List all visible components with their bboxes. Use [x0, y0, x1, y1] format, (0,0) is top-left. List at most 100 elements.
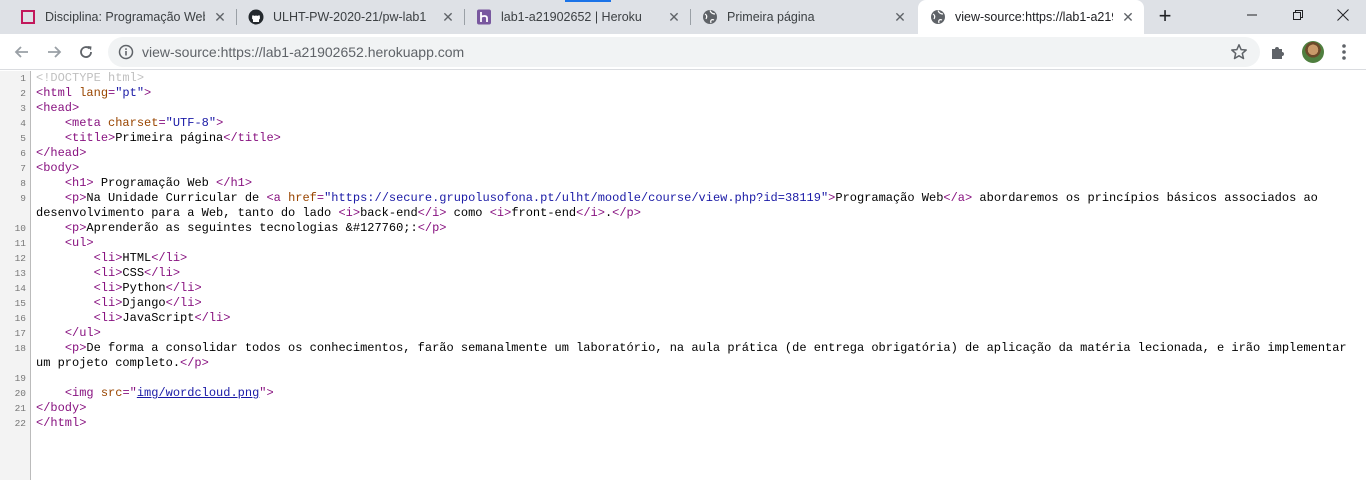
line-number: 1 [20, 73, 26, 84]
source-token: <i> [338, 206, 361, 220]
line-code: <li>HTML</li> [36, 251, 1362, 266]
url-text[interactable]: view-source:https://lab1-a21902652.herok… [142, 44, 464, 60]
source-token: <!DOCTYPE html> [36, 71, 145, 85]
kebab-menu-icon[interactable] [1336, 43, 1352, 61]
source-line: 3 <head> [0, 101, 1366, 116]
source-line: 20 <img src="img/wordcloud.png"> [0, 386, 1366, 401]
source-token: "UTF-8" [165, 116, 217, 130]
line-number: 2 [20, 88, 26, 99]
source-line: 2 <html lang="pt"> [0, 86, 1366, 101]
line-number: 20 [14, 388, 26, 399]
source-token: charset [108, 116, 159, 130]
source-token: <li> [93, 251, 123, 265]
reload-button[interactable] [72, 38, 100, 66]
close-window-button[interactable] [1320, 0, 1366, 30]
source-token: </li> [144, 266, 181, 280]
line-number: 22 [14, 418, 26, 429]
profile-avatar[interactable] [1302, 41, 1324, 63]
line-number: 8 [20, 178, 26, 189]
line-number: 11 [14, 238, 26, 249]
source-token [36, 296, 94, 310]
address-bar[interactable]: view-source:https://lab1-a21902652.herok… [108, 37, 1260, 67]
source-token [36, 116, 65, 130]
source-token: <meta [64, 116, 109, 130]
close-icon[interactable]: ✕ [440, 9, 456, 25]
source-token [36, 311, 94, 325]
tab-primeira-pagina[interactable]: Primeira página ✕ [690, 0, 916, 34]
line-code: <img src="img/wordcloud.png"> [36, 386, 1362, 401]
source-token: back-end [360, 206, 418, 220]
new-tab-button[interactable]: + [1154, 5, 1176, 28]
line-code: <p>De forma a consolidar todos os conhec… [36, 341, 1362, 371]
source-token: href [288, 191, 317, 205]
source-token: front-end [511, 206, 577, 220]
line-number: 19 [14, 373, 26, 384]
source-token: Programação Web [835, 191, 944, 205]
source-line: 21 </body> [0, 401, 1366, 416]
line-number: 14 [14, 283, 26, 294]
source-token: " [129, 386, 137, 400]
source-line: 4 <meta charset="UTF-8"> [0, 116, 1366, 131]
info-icon[interactable] [118, 44, 134, 60]
extensions-puzzle-icon[interactable] [1269, 43, 1287, 61]
github-icon [248, 9, 264, 25]
source-token: </p> [180, 356, 209, 370]
line-code: <p>Aprenderão as seguintes tecnologias &… [36, 221, 1362, 236]
line-number: 18 [14, 343, 26, 354]
restore-button[interactable] [1275, 0, 1321, 30]
source-line: 13 <li>CSS</li> [0, 266, 1366, 281]
source-code: 1 <!DOCTYPE html> 2 <html lang="pt"> 3 <head>… [0, 71, 1366, 431]
line-code: <title>Primeira página</title> [36, 131, 1362, 146]
line-code: <li>Django</li> [36, 296, 1362, 311]
source-token: > [216, 116, 224, 130]
line-number: 21 [14, 403, 26, 414]
source-token: <li> [93, 296, 123, 310]
close-icon[interactable]: ✕ [212, 9, 228, 25]
source-token [36, 191, 65, 205]
back-button[interactable] [8, 38, 36, 66]
source-token: <p> [64, 191, 87, 205]
restore-icon [1293, 10, 1303, 20]
tab-view-source[interactable]: view-source:https://lab1-a2190 ✕ [918, 0, 1144, 34]
globe-icon [930, 9, 946, 25]
source-token: <title> [64, 131, 116, 145]
source-token: </head> [36, 146, 87, 160]
source-token [36, 341, 65, 355]
source-token: CSS [122, 266, 145, 280]
source-token: src [100, 386, 123, 400]
source-token: <p> [64, 341, 87, 355]
tab-heroku[interactable]: lab1-a21902652 | Heroku ✕ [464, 0, 690, 34]
line-code: <!DOCTYPE html> [36, 71, 1362, 86]
line-number: 10 [14, 223, 26, 234]
tab-title: lab1-a21902652 | Heroku [501, 10, 642, 24]
line-code: <ul> [36, 236, 1362, 251]
source-line: 12 <li>HTML</li> [0, 251, 1366, 266]
source-token: </li> [151, 251, 188, 265]
source-line: 15 <li>Django</li> [0, 296, 1366, 311]
forward-button[interactable] [40, 38, 68, 66]
source-token: Django [122, 296, 166, 310]
source-line: 18 <p>De forma a consolidar todos os con… [0, 341, 1366, 371]
line-code: <li>CSS</li> [36, 266, 1362, 281]
tab-github[interactable]: ULHT-PW-2020-21/pw-lab1 ✕ [236, 0, 464, 34]
close-icon[interactable]: ✕ [892, 9, 908, 25]
tab-moodle[interactable]: Disciplina: Programação Web [ ✕ [8, 0, 236, 34]
globe-icon [702, 9, 718, 25]
source-token: </li> [194, 311, 231, 325]
line-number: 7 [20, 163, 26, 174]
source-token: </p> [612, 206, 641, 220]
source-link[interactable]: img/wordcloud.png [137, 386, 259, 400]
minimize-button[interactable] [1229, 0, 1275, 30]
back-arrow-icon [14, 46, 28, 58]
bookmark-star-icon[interactable] [1230, 43, 1248, 61]
close-icon[interactable]: ✕ [1120, 9, 1136, 25]
source-token: <i> [489, 206, 512, 220]
tab-title: view-source:https://lab1-a2190 [955, 10, 1113, 24]
source-token [36, 266, 94, 280]
source-token: Aprenderão as seguintes tecnologias &#12… [86, 221, 418, 235]
source-token: </h1> [216, 176, 253, 190]
close-icon[interactable]: ✕ [666, 9, 682, 25]
line-number: 16 [14, 313, 26, 324]
line-code: <li>JavaScript</li> [36, 311, 1362, 326]
source-line: 8 <h1> Programação Web </h1> [0, 176, 1366, 191]
